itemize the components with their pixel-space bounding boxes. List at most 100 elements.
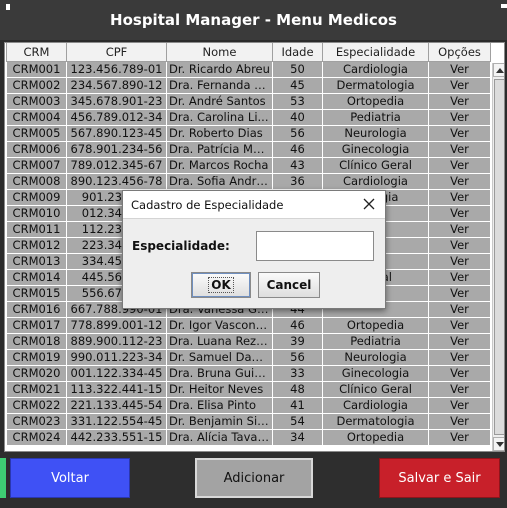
ok-button[interactable]: OK (191, 272, 251, 298)
cadastro-especialidade-dialog: Cadastro de Especialidade Especialidade:… (122, 190, 386, 309)
cell-crm: CRM019 (6, 349, 67, 366)
cell-idade: 41 (272, 397, 323, 414)
cell-opcoes[interactable]: Ver (428, 77, 491, 94)
cell-crm: CRM014 (6, 269, 67, 286)
cell-idade: 33 (272, 365, 323, 382)
table-row[interactable]: CRM024 442.233.551-15 Dra. Alícia Tavares 3… (6, 429, 491, 446)
cell-opcoes[interactable]: Ver (428, 269, 491, 286)
salvar-e-sair-button[interactable]: Salvar e Sair (379, 458, 500, 498)
scroll-up-button[interactable] (493, 63, 504, 77)
table-row[interactable]: CRM023 331.122.554-45 Dr. Benjamin Silv...… (6, 413, 491, 430)
voltar-button[interactable]: Voltar (10, 458, 130, 498)
table-header-row: CRM CPF Nome Idade Especialidade Opções (6, 43, 491, 62)
cell-nome: Dra. Elisa Pinto (166, 397, 273, 414)
table-row[interactable]: CRM001 123.456.789-01 Dr. Ricardo Abreu 50 C… (6, 61, 491, 78)
cell-cpf: 678.901.234-56 (66, 141, 167, 158)
table-row[interactable]: CRM018 889.900.112-23 Dra. Luana Reze... 39… (6, 333, 491, 350)
cell-crm: CRM009 (6, 189, 67, 206)
cell-opcoes[interactable]: Ver (428, 141, 491, 158)
cell-cpf: 234.567.890-12 (66, 77, 167, 94)
cell-opcoes[interactable]: Ver (428, 365, 491, 382)
table-row[interactable]: CRM020 001.122.334-45 Dra. Bruna Guim... 33… (6, 365, 491, 382)
table-row[interactable]: CRM003 345.678.901-23 Dr. André Santos 53 Or… (6, 93, 491, 110)
cell-nome: Dra. Patrícia Melo (166, 141, 273, 158)
column-header-crm[interactable]: CRM (6, 43, 67, 62)
column-header-cpf[interactable]: CPF (66, 43, 167, 62)
cell-opcoes[interactable]: Ver (428, 61, 491, 78)
cell-especialidade: Clínico Geral (322, 157, 429, 174)
cell-opcoes[interactable]: Ver (428, 413, 491, 430)
cell-crm: CRM023 (6, 413, 67, 430)
table-row[interactable]: CRM022 221.133.445-54 Dra. Elisa Pinto 41 Ca… (6, 397, 491, 414)
table-row[interactable]: CRM004 456.789.012-34 Dra. Carolina Li... 4… (6, 109, 491, 126)
cell-nome: Dr. Roberto Dias (166, 125, 273, 142)
cell-opcoes[interactable]: Ver (428, 381, 491, 398)
cell-opcoes[interactable]: Ver (428, 301, 491, 318)
cell-opcoes[interactable]: Ver (428, 109, 491, 126)
cell-opcoes[interactable]: Ver (428, 429, 491, 446)
arrow-down-icon (495, 441, 504, 447)
cell-crm: CRM008 (6, 173, 67, 190)
cell-idade: 40 (272, 109, 323, 126)
table-row[interactable]: CRM007 789.012.345-67 Dr. Marcos Rocha 43 Cl… (6, 157, 491, 174)
cell-opcoes[interactable]: Ver (428, 157, 491, 174)
cell-opcoes[interactable]: Ver (428, 253, 491, 270)
cell-opcoes[interactable]: Ver (428, 397, 491, 414)
vertical-scrollbar[interactable] (492, 63, 504, 451)
dialog-title-bar: Cadastro de Especialidade (123, 191, 385, 219)
column-header-especialidade[interactable]: Especialidade (322, 43, 429, 62)
cell-opcoes[interactable]: Ver (428, 333, 491, 350)
table-row[interactable]: CRM017 778.899.001-12 Dr. Igor Vasconc... 4… (6, 317, 491, 334)
especialidade-input[interactable] (256, 231, 374, 261)
cell-especialidade: Pediatria (322, 109, 429, 126)
cell-opcoes[interactable]: Ver (428, 189, 491, 206)
cell-idade: 50 (272, 61, 323, 78)
table-row[interactable]: CRM002 234.567.890-12 Dra. Fernanda C... 45… (6, 77, 491, 94)
table-row[interactable]: CRM019 990.011.223-34 Dr. Samuel Dant... 56… (6, 349, 491, 366)
cell-opcoes[interactable]: Ver (428, 205, 491, 222)
cell-crm: CRM011 (6, 221, 67, 238)
table-row[interactable]: CRM005 567.890.123-45 Dr. Roberto Dias 56 Ne… (6, 125, 491, 142)
column-header-nome[interactable]: Nome (166, 43, 273, 62)
cell-cpf: 567.890.123-45 (66, 125, 167, 142)
cell-especialidade: Ortopedia (322, 317, 429, 334)
cell-opcoes[interactable]: Ver (428, 173, 491, 190)
cell-crm: CRM016 (6, 301, 67, 318)
cell-idade: 46 (272, 317, 323, 334)
cell-especialidade: Neurologia (322, 349, 429, 366)
cell-nome: Dra. Luana Reze... (166, 333, 273, 350)
cell-idade: 54 (272, 413, 323, 430)
cell-opcoes[interactable]: Ver (428, 93, 491, 110)
table-row[interactable]: CRM006 678.901.234-56 Dra. Patrícia Melo 46… (6, 141, 491, 158)
column-header-idade[interactable]: Idade (272, 43, 323, 62)
cell-cpf: 990.011.223-34 (66, 349, 167, 366)
cell-opcoes[interactable]: Ver (428, 221, 491, 238)
adicionar-button[interactable]: Adicionar (195, 458, 313, 498)
cell-crm: CRM005 (6, 125, 67, 142)
cell-nome: Dra. Alícia Tavares (166, 429, 273, 446)
cell-opcoes[interactable]: Ver (428, 285, 491, 302)
cell-crm: CRM021 (6, 381, 67, 398)
cell-idade: 46 (272, 141, 323, 158)
cell-crm: CRM002 (6, 77, 67, 94)
scroll-down-button[interactable] (493, 437, 504, 451)
close-icon[interactable] (361, 196, 377, 212)
cell-opcoes[interactable]: Ver (428, 237, 491, 254)
table-row[interactable]: CRM021 113.322.441-15 Dr. Heitor Neves 48 Cl… (6, 381, 491, 398)
cell-crm: CRM003 (6, 93, 67, 110)
cell-nome: Dra. Bruna Guim... (166, 365, 273, 382)
column-header-opcoes[interactable]: Opções (428, 43, 491, 62)
table-row[interactable]: CRM008 890.123.456-78 Dra. Sofia Andrade 36… (6, 173, 491, 190)
cancel-button[interactable]: Cancel (258, 272, 320, 298)
cell-opcoes[interactable]: Ver (428, 349, 491, 366)
cell-nome: Dr. Marcos Rocha (166, 157, 273, 174)
cell-crm: CRM007 (6, 157, 67, 174)
cell-especialidade: Cardiologia (322, 61, 429, 78)
cell-opcoes[interactable]: Ver (428, 125, 491, 142)
cell-cpf: 221.133.445-54 (66, 397, 167, 414)
cell-nome: Dr. Ricardo Abreu (166, 61, 273, 78)
cell-cpf: 456.789.012-34 (66, 109, 167, 126)
cell-nome: Dr. Benjamin Silv... (166, 413, 273, 430)
scrollbar-thumb[interactable] (494, 79, 504, 435)
cell-opcoes[interactable]: Ver (428, 317, 491, 334)
